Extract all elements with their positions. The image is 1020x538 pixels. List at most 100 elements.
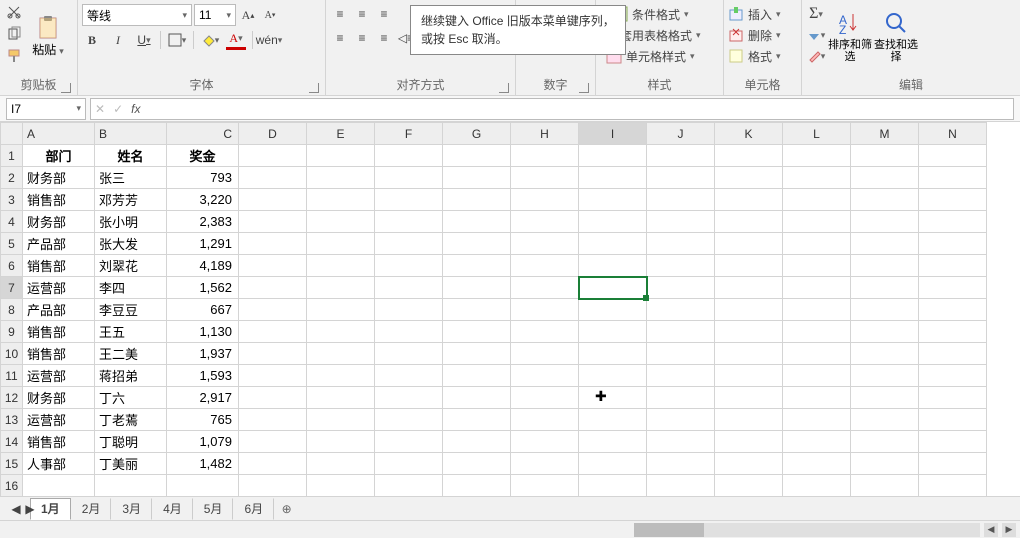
cell-A14[interactable]: 销售部	[23, 431, 95, 453]
sheet-tab-2月[interactable]: 2月	[71, 498, 112, 520]
cell-L12[interactable]	[783, 387, 851, 409]
cell-K11[interactable]	[715, 365, 783, 387]
col-header-I[interactable]: I	[579, 123, 647, 145]
cell-D16[interactable]	[239, 475, 307, 497]
cell-C11[interactable]: 1,593	[167, 365, 239, 387]
cell-I8[interactable]	[579, 299, 647, 321]
cell-L8[interactable]	[783, 299, 851, 321]
cell-G10[interactable]	[443, 343, 511, 365]
pinyin-button[interactable]: wén▾	[259, 30, 279, 50]
find-select-button[interactable]: 查找和选择	[874, 2, 918, 68]
cell-C1[interactable]: 奖金	[167, 145, 239, 167]
row-header-11[interactable]: 11	[1, 365, 23, 387]
cell-D1[interactable]	[239, 145, 307, 167]
cell-M14[interactable]	[851, 431, 919, 453]
underline-button[interactable]: U ▾	[134, 30, 154, 50]
cell-A7[interactable]: 运营部	[23, 277, 95, 299]
cell-M16[interactable]	[851, 475, 919, 497]
cell-C12[interactable]: 2,917	[167, 387, 239, 409]
cell-C15[interactable]: 1,482	[167, 453, 239, 475]
sort-filter-button[interactable]: AZ 排序和筛选	[828, 2, 872, 68]
cell-K14[interactable]	[715, 431, 783, 453]
cell-N14[interactable]	[919, 431, 987, 453]
align-left-icon[interactable]: ≡	[330, 28, 350, 48]
cell-N5[interactable]	[919, 233, 987, 255]
cell-H5[interactable]	[511, 233, 579, 255]
font-color-button[interactable]: A▾	[226, 30, 246, 50]
cell-G1[interactable]	[443, 145, 511, 167]
cell-L4[interactable]	[783, 211, 851, 233]
cell-B11[interactable]: 蒋招弟	[95, 365, 167, 387]
cell-D9[interactable]	[239, 321, 307, 343]
cell-A15[interactable]: 人事部	[23, 453, 95, 475]
cell-M4[interactable]	[851, 211, 919, 233]
enter-icon[interactable]: ✓	[113, 102, 123, 116]
cell-A6[interactable]: 销售部	[23, 255, 95, 277]
cell-D11[interactable]	[239, 365, 307, 387]
cell-F7[interactable]	[375, 277, 443, 299]
cell-E1[interactable]	[307, 145, 375, 167]
clear-icon[interactable]: ▾	[806, 46, 826, 66]
cell-K10[interactable]	[715, 343, 783, 365]
cell-E2[interactable]	[307, 167, 375, 189]
cell-I1[interactable]	[579, 145, 647, 167]
sheet-tab-3月[interactable]: 3月	[111, 498, 152, 520]
cell-D7[interactable]	[239, 277, 307, 299]
cell-J10[interactable]	[647, 343, 715, 365]
cell-B1[interactable]: 姓名	[95, 145, 167, 167]
cell-K13[interactable]	[715, 409, 783, 431]
row-header-4[interactable]: 4	[1, 211, 23, 233]
cell-N3[interactable]	[919, 189, 987, 211]
cell-A4[interactable]: 财务部	[23, 211, 95, 233]
cell-C7[interactable]: 1,562	[167, 277, 239, 299]
cell-N9[interactable]	[919, 321, 987, 343]
cell-E6[interactable]	[307, 255, 375, 277]
cell-E8[interactable]	[307, 299, 375, 321]
row-header-8[interactable]: 8	[1, 299, 23, 321]
cell-J4[interactable]	[647, 211, 715, 233]
launcher-icon[interactable]	[499, 83, 509, 93]
cell-K3[interactable]	[715, 189, 783, 211]
cell-L9[interactable]	[783, 321, 851, 343]
col-header-D[interactable]: D	[239, 123, 307, 145]
launcher-icon[interactable]	[579, 83, 589, 93]
cell-C9[interactable]: 1,130	[167, 321, 239, 343]
cell-F15[interactable]	[375, 453, 443, 475]
cell-G9[interactable]	[443, 321, 511, 343]
col-header-N[interactable]: N	[919, 123, 987, 145]
cell-H15[interactable]	[511, 453, 579, 475]
cell-E7[interactable]	[307, 277, 375, 299]
cell-M13[interactable]	[851, 409, 919, 431]
cell-H4[interactable]	[511, 211, 579, 233]
cell-A9[interactable]: 销售部	[23, 321, 95, 343]
row-header-6[interactable]: 6	[1, 255, 23, 277]
cell-H9[interactable]	[511, 321, 579, 343]
cell-F3[interactable]	[375, 189, 443, 211]
cell-I5[interactable]	[579, 233, 647, 255]
cell-A1[interactable]: 部门	[23, 145, 95, 167]
cell-F11[interactable]	[375, 365, 443, 387]
cell-N11[interactable]	[919, 365, 987, 387]
font-name-select[interactable]: 等线▾	[82, 4, 192, 26]
cell-L11[interactable]	[783, 365, 851, 387]
cell-F10[interactable]	[375, 343, 443, 365]
cell-K8[interactable]	[715, 299, 783, 321]
decrease-font-icon[interactable]: A▾	[260, 5, 280, 25]
cell-F1[interactable]	[375, 145, 443, 167]
cell-N7[interactable]	[919, 277, 987, 299]
cell-H7[interactable]	[511, 277, 579, 299]
cell-C3[interactable]: 3,220	[167, 189, 239, 211]
cell-I11[interactable]	[579, 365, 647, 387]
cell-B4[interactable]: 张小明	[95, 211, 167, 233]
cell-C2[interactable]: 793	[167, 167, 239, 189]
cell-C4[interactable]: 2,383	[167, 211, 239, 233]
cell-E13[interactable]	[307, 409, 375, 431]
row-header-12[interactable]: 12	[1, 387, 23, 409]
cell-J1[interactable]	[647, 145, 715, 167]
cell-I12[interactable]	[579, 387, 647, 409]
cell-J5[interactable]	[647, 233, 715, 255]
cell-J13[interactable]	[647, 409, 715, 431]
italic-button[interactable]: I	[108, 30, 128, 50]
cell-D13[interactable]	[239, 409, 307, 431]
cell-J9[interactable]	[647, 321, 715, 343]
